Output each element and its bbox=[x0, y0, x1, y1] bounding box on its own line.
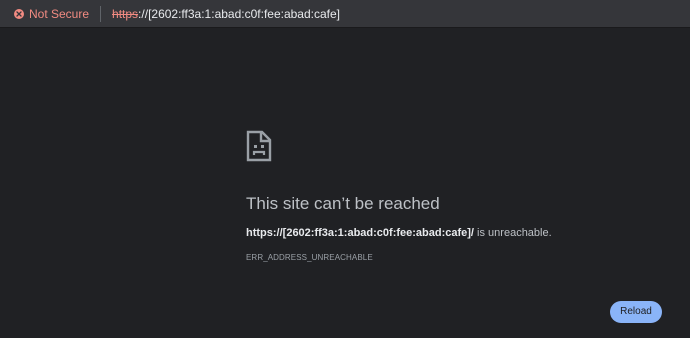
url-separator: :// bbox=[138, 6, 149, 21]
url-field[interactable]: https://[2602:ff3a:1:abad:c0f:fee:abad:c… bbox=[112, 7, 340, 21]
warning-x-icon bbox=[14, 8, 24, 19]
address-bar[interactable]: Not Secure https://[2602:ff3a:1:abad:c0f… bbox=[0, 0, 690, 28]
address-bar-divider bbox=[100, 5, 102, 22]
reload-button[interactable]: Reload bbox=[610, 301, 662, 323]
unreachable-url: https://[2602:ff3a:1:abad:c0f:fee:abad:c… bbox=[246, 227, 474, 239]
error-title: This site can’t be reached bbox=[246, 194, 440, 213]
sad-document-icon bbox=[246, 130, 272, 167]
security-indicator[interactable]: Not Secure bbox=[14, 4, 89, 24]
error-page: This site can’t be reached https://[2602… bbox=[0, 28, 690, 338]
error-code: ERR_ADDRESS_UNREACHABLE bbox=[246, 253, 373, 262]
not-secure-label: Not Secure bbox=[29, 6, 90, 21]
url-scheme: https bbox=[112, 6, 139, 21]
url-host: [2602:ff3a:1:abad:c0f:fee:abad:cafe] bbox=[148, 6, 340, 21]
error-summary: https://[2602:ff3a:1:abad:c0f:fee:abad:c… bbox=[246, 226, 552, 240]
error-summary-suffix: is unreachable. bbox=[474, 227, 552, 239]
